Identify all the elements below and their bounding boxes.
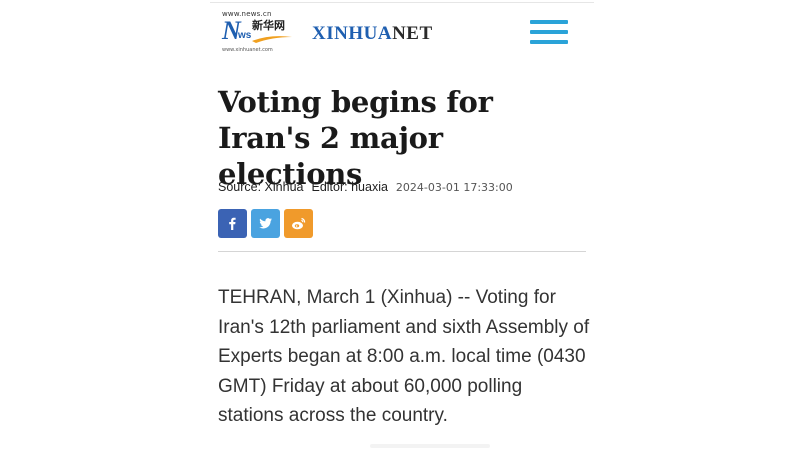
news-cn-logo[interactable]: www.news.cn N ws 新华网 www.xinhuanet.com [222,10,292,56]
twitter-icon [259,218,272,229]
logo-letters-ws: ws [238,30,252,41]
logo-chinese-name: 新华网 [252,19,285,32]
article-title: Voting begins for Iran's 2 major electio… [218,85,493,191]
menu-bar-bottom [530,40,568,44]
weibo-share-button[interactable] [284,209,313,238]
weibo-icon [292,217,306,230]
article-editor: Editor: huaxia [311,180,388,194]
brand-part-1: XINHUA [312,23,393,44]
article-body: TEHRAN, March 1 (Xinhua) -- Voting for I… [218,287,590,426]
hamburger-menu-icon[interactable] [530,18,568,46]
facebook-icon [229,217,236,230]
article-page: www.news.cn N ws 新华网 www.xinhuanet.com X… [210,0,594,450]
xinhuanet-brand[interactable]: XINHUANET [312,23,433,45]
article-meta: Source: Xinhua Editor: huaxia 2024-03-01 1… [218,180,513,194]
facebook-share-button[interactable] [218,209,247,238]
menu-bar-middle [530,30,568,34]
article-source: Source: Xinhua [218,180,304,194]
faint-bottom-element [370,444,490,448]
twitter-share-button[interactable] [251,209,280,238]
logo-url-bottom: www.xinhuanet.com [222,47,273,53]
content-divider [218,251,586,252]
logo-swoosh-icon [252,36,292,43]
menu-bar-top [530,20,568,24]
brand-part-2: NET [392,23,433,44]
article-date: 2024-03-01 17:33:00 [395,181,513,194]
top-divider [210,2,594,3]
